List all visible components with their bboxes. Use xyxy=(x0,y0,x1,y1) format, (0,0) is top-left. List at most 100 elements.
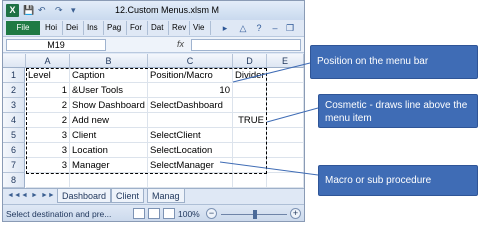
callout-cosmetic: Cosmetic - draws line above the menu ite… xyxy=(318,94,478,128)
cell[interactable]: 3 xyxy=(26,158,70,173)
formula-input[interactable] xyxy=(191,39,301,51)
cell[interactable]: 2 xyxy=(26,98,70,113)
tab-data[interactable]: Dat xyxy=(149,21,169,35)
cell[interactable] xyxy=(267,68,304,83)
prev-sheet-icon[interactable]: ◄ xyxy=(21,192,28,199)
row-header[interactable]: 2 xyxy=(3,83,25,98)
cell[interactable]: Manager xyxy=(70,158,148,173)
restore-icon[interactable]: ❐ xyxy=(284,22,296,34)
cell[interactable]: 1 xyxy=(26,83,70,98)
page-layout-view-icon[interactable] xyxy=(148,208,160,219)
last-sheet-icon[interactable]: ►► xyxy=(41,192,55,199)
name-box[interactable]: M19 xyxy=(6,39,106,51)
callout-macro: Macro or sub procedure xyxy=(318,165,478,196)
save-icon[interactable]: 💾 xyxy=(23,5,34,16)
cell[interactable]: Show Dashboard xyxy=(70,98,148,113)
sheet-tab-client[interactable]: Client xyxy=(111,189,145,203)
column-header[interactable]: E xyxy=(267,54,304,68)
row-header[interactable]: 7 xyxy=(3,158,25,173)
tab-formulas[interactable]: For xyxy=(128,21,148,35)
cell[interactable]: 3 xyxy=(26,128,70,143)
row-header[interactable]: 5 xyxy=(3,128,25,143)
row-header[interactable]: 4 xyxy=(3,113,25,128)
cell[interactable]: SelectLocation xyxy=(148,143,233,158)
cell[interactable] xyxy=(233,158,267,173)
cell[interactable]: Client xyxy=(70,128,148,143)
window-title: 12.Custom Menus.xlsm M xyxy=(115,5,220,15)
cell[interactable]: 10 xyxy=(148,83,233,98)
excel-logo-icon[interactable]: X xyxy=(6,4,19,17)
cell[interactable] xyxy=(267,143,304,158)
page-break-view-icon[interactable] xyxy=(163,208,175,219)
column-header[interactable]: A xyxy=(26,54,70,68)
worksheet-grid[interactable]: A B C D E 1 Level Caption Position/Macro… xyxy=(3,54,304,188)
ribbon-collapse-icon[interactable]: △ xyxy=(237,22,249,34)
row-header[interactable]: 8 xyxy=(3,173,25,188)
zoom-slider-thumb[interactable] xyxy=(253,210,257,219)
row-header[interactable]: 1 xyxy=(3,68,25,83)
ribbon-tab-row: File Hoi Dei Ins Pag For Dat Rev Vie ▸ △… xyxy=(3,20,304,35)
column-header[interactable]: B xyxy=(70,54,148,68)
cell[interactable]: &User Tools xyxy=(70,83,148,98)
cell[interactable]: Level xyxy=(26,68,70,83)
cell[interactable]: SelectDashboard xyxy=(148,98,233,113)
tab-file[interactable]: File xyxy=(6,21,40,35)
cell[interactable]: Caption xyxy=(70,68,148,83)
tab-design[interactable]: Dei xyxy=(64,21,84,35)
tab-view[interactable]: Vie xyxy=(191,21,211,35)
help-icon[interactable]: ? xyxy=(253,22,265,34)
cell[interactable]: 3 xyxy=(26,143,70,158)
cell[interactable] xyxy=(233,143,267,158)
redo-icon[interactable]: ↷ xyxy=(55,5,63,16)
ribbon-more-icon[interactable]: ▸ xyxy=(219,22,231,34)
row-header[interactable]: 6 xyxy=(3,143,25,158)
row-header[interactable]: 3 xyxy=(3,98,25,113)
zoom-in-button[interactable]: + xyxy=(290,208,301,219)
cell[interactable] xyxy=(267,113,304,128)
cell[interactable]: TRUE xyxy=(233,113,267,128)
status-message: Select destination and pre... xyxy=(6,209,112,219)
quick-access-customize-icon[interactable]: ▾ xyxy=(71,5,76,16)
minimize-icon[interactable]: – xyxy=(269,22,281,34)
zoom-level[interactable]: 100% xyxy=(178,209,200,219)
cell[interactable] xyxy=(233,128,267,143)
cell[interactable]: Divider xyxy=(233,68,267,83)
cell[interactable] xyxy=(267,83,304,98)
column-header[interactable]: C xyxy=(148,54,233,68)
sheet-tab-bar: ◄◄ ◄ ► ►► Dashboard Client Manag xyxy=(3,188,304,203)
excel-window: X 💾 ↶ ↷ ▾ 12.Custom Menus.xlsm M File Ho… xyxy=(2,0,305,222)
normal-view-icon[interactable] xyxy=(133,208,145,219)
sheet-tab-dashboard[interactable]: Dashboard xyxy=(57,189,112,203)
cell[interactable]: Position/Macro xyxy=(148,68,233,83)
sheet-tab-manager[interactable]: Manag xyxy=(147,189,185,203)
cell[interactable] xyxy=(148,173,233,188)
cell[interactable] xyxy=(26,173,70,188)
cell[interactable] xyxy=(233,83,267,98)
cell[interactable] xyxy=(267,128,304,143)
cell[interactable]: Add new xyxy=(70,113,148,128)
status-bar: Select destination and pre... 100% − + xyxy=(3,204,304,221)
cell[interactable] xyxy=(148,113,233,128)
cell[interactable] xyxy=(267,158,304,173)
cell[interactable]: SelectClient xyxy=(148,128,233,143)
first-sheet-icon[interactable]: ◄◄ xyxy=(7,192,21,199)
title-bar: X 💾 ↶ ↷ ▾ 12.Custom Menus.xlsm M xyxy=(3,1,304,20)
zoom-out-button[interactable]: − xyxy=(206,208,217,219)
cell[interactable]: Location xyxy=(70,143,148,158)
cell[interactable]: SelectManager xyxy=(148,158,233,173)
tab-page-layout[interactable]: Pag xyxy=(105,21,127,35)
cell[interactable] xyxy=(267,98,304,113)
cell[interactable] xyxy=(70,173,148,188)
undo-icon[interactable]: ↶ xyxy=(38,5,46,16)
next-sheet-icon[interactable]: ► xyxy=(31,192,38,199)
cell[interactable] xyxy=(267,173,304,188)
insert-function-icon[interactable]: fx xyxy=(177,39,184,49)
cell[interactable]: 2 xyxy=(26,113,70,128)
tab-review[interactable]: Rev xyxy=(170,21,190,35)
tab-home[interactable]: Hoi xyxy=(43,21,63,35)
cell[interactable] xyxy=(233,173,267,188)
tab-insert[interactable]: Ins xyxy=(85,21,104,35)
cell[interactable] xyxy=(233,98,267,113)
select-all-corner[interactable] xyxy=(3,54,26,68)
column-header[interactable]: D xyxy=(233,54,267,68)
